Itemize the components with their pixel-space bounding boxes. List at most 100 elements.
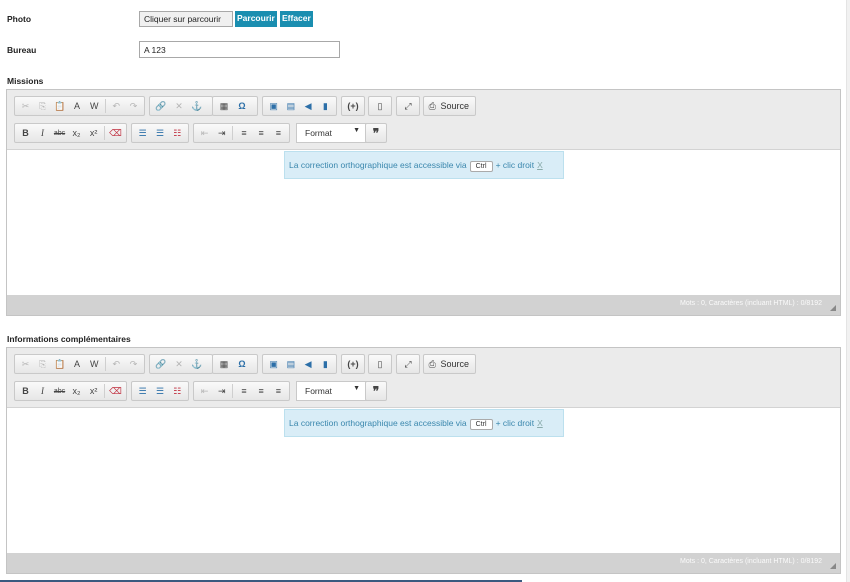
- paste-word-icon[interactable]: W: [86, 97, 103, 115]
- resize-handle-icon[interactable]: [830, 563, 836, 569]
- browse-button[interactable]: Parcourir: [235, 11, 277, 27]
- subscript-icon[interactable]: x₂: [68, 382, 85, 400]
- table-icon[interactable]: ▦: [215, 355, 233, 373]
- spell-notice-suffix: + clic droit: [495, 418, 535, 428]
- template-icon[interactable]: ▯: [371, 355, 389, 373]
- basic-styles-group: B I abc x₂ x² ⌫: [14, 123, 127, 143]
- source-button[interactable]: ⎙ Source: [423, 96, 476, 116]
- maximize-icon[interactable]: ⤢: [399, 355, 417, 373]
- undo-icon[interactable]: ↶: [108, 355, 125, 373]
- editor-content[interactable]: La correction orthographique est accessi…: [7, 150, 840, 295]
- redo-icon[interactable]: ↷: [125, 355, 142, 373]
- superscript-icon[interactable]: x²: [85, 382, 102, 400]
- italic-icon[interactable]: I: [34, 382, 51, 400]
- copy-icon[interactable]: ⎘: [34, 355, 51, 373]
- link-icon[interactable]: 🔗: [152, 355, 170, 373]
- resize-handle-icon[interactable]: [830, 305, 836, 311]
- paste-text-icon[interactable]: A: [68, 97, 85, 115]
- indent-icon[interactable]: ⇥: [213, 382, 230, 400]
- editor-toolbar: ✂ ⎘ 📋 A W ↶ ↷ 🔗 ✕ ⚓ ▦ Ω ▣ ▤ ◀ ▮ (+) ▯ ⤢ …: [7, 90, 840, 150]
- clear-button[interactable]: Effacer: [280, 11, 313, 27]
- placeholder-group: (+): [341, 354, 365, 374]
- word-count: Mots : 0, Caractères (incluant HTML) : 0…: [680, 558, 822, 565]
- remove-format-icon[interactable]: ⌫: [107, 124, 124, 142]
- anchor-icon[interactable]: ⚓: [188, 97, 206, 115]
- separator: [104, 384, 106, 398]
- template-icon[interactable]: ▯: [371, 97, 389, 115]
- editor-statusbar: Mots : 0, Caractères (incluant HTML) : 0…: [7, 295, 840, 315]
- table-icon[interactable]: ▦: [215, 97, 233, 115]
- unlink-icon[interactable]: ✕: [170, 355, 188, 373]
- link-group: 🔗 ✕ ⚓: [149, 354, 213, 374]
- bureau-input[interactable]: A 123: [139, 41, 340, 58]
- align-center-icon[interactable]: ≡: [253, 382, 270, 400]
- separator: [104, 357, 106, 371]
- bold-icon[interactable]: B: [17, 124, 34, 142]
- placeholder-icon[interactable]: (+): [344, 97, 362, 115]
- separator: [232, 126, 234, 140]
- chevron-down-icon: ▼: [353, 385, 360, 392]
- subscript-icon[interactable]: x₂: [68, 124, 85, 142]
- checklist-icon[interactable]: ☷: [169, 124, 186, 142]
- video-icon[interactable]: ▤: [282, 97, 299, 115]
- align-left-icon[interactable]: ≡: [235, 382, 252, 400]
- align-left-icon[interactable]: ≡: [235, 124, 252, 142]
- source-button[interactable]: ⎙ Source: [423, 354, 476, 374]
- bulleted-list-icon[interactable]: ☰: [151, 124, 168, 142]
- redo-icon[interactable]: ↷: [125, 97, 142, 115]
- image-icon[interactable]: ▣: [265, 97, 282, 115]
- word-count: Mots : 0, Caractères (incluant HTML) : 0…: [680, 300, 822, 307]
- format-select[interactable]: Format ▼: [296, 381, 367, 401]
- checklist-icon[interactable]: ☷: [169, 382, 186, 400]
- outdent-icon[interactable]: ⇤: [196, 124, 213, 142]
- chart-icon[interactable]: ▮: [317, 355, 334, 373]
- bold-icon[interactable]: B: [17, 382, 34, 400]
- audio-icon[interactable]: ◀: [300, 97, 317, 115]
- maximize-icon[interactable]: ⤢: [399, 97, 417, 115]
- paste-word-icon[interactable]: W: [86, 355, 103, 373]
- spell-notice-text: La correction orthographique est accessi…: [289, 160, 467, 170]
- align-right-icon[interactable]: ≡: [270, 124, 287, 142]
- outdent-icon[interactable]: ⇤: [196, 382, 213, 400]
- blockquote-icon[interactable]: ❞: [368, 124, 384, 142]
- photo-file-button[interactable]: Cliquer sur parcourir: [139, 11, 233, 27]
- special-char-icon[interactable]: Ω: [233, 355, 251, 373]
- editor-content[interactable]: La correction orthographique est accessi…: [7, 408, 840, 553]
- paste-icon[interactable]: 📋: [51, 97, 68, 115]
- special-char-icon[interactable]: Ω: [233, 97, 251, 115]
- format-select[interactable]: Format ▼: [296, 123, 367, 143]
- superscript-icon[interactable]: x²: [85, 124, 102, 142]
- strike-icon[interactable]: abc: [51, 124, 68, 142]
- unlink-icon[interactable]: ✕: [170, 97, 188, 115]
- align-center-icon[interactable]: ≡: [253, 124, 270, 142]
- paste-icon[interactable]: 📋: [51, 355, 68, 373]
- link-icon[interactable]: 🔗: [152, 97, 170, 115]
- spellcheck-notice: La correction orthographique est accessi…: [284, 409, 564, 437]
- close-icon[interactable]: X: [537, 418, 543, 428]
- close-icon[interactable]: X: [537, 160, 543, 170]
- infos-editor: ✂ ⎘ 📋 A W ↶ ↷ 🔗 ✕ ⚓ ▦ Ω ▣ ▤ ◀ ▮ (+) ▯ ⤢ …: [6, 347, 841, 574]
- italic-icon[interactable]: I: [34, 124, 51, 142]
- remove-format-icon[interactable]: ⌫: [107, 382, 124, 400]
- numbered-list-icon[interactable]: ☰: [134, 124, 151, 142]
- paste-text-icon[interactable]: A: [68, 355, 85, 373]
- blockquote-icon[interactable]: ❞: [368, 382, 384, 400]
- bureau-label: Bureau: [7, 45, 37, 55]
- image-icon[interactable]: ▣: [265, 355, 282, 373]
- copy-icon[interactable]: ⎘: [34, 97, 51, 115]
- numbered-list-icon[interactable]: ☰: [134, 382, 151, 400]
- strike-icon[interactable]: abc: [51, 382, 68, 400]
- video-icon[interactable]: ▤: [282, 355, 299, 373]
- bulleted-list-icon[interactable]: ☰: [151, 382, 168, 400]
- undo-icon[interactable]: ↶: [108, 97, 125, 115]
- anchor-icon[interactable]: ⚓: [188, 355, 206, 373]
- indent-icon[interactable]: ⇥: [213, 124, 230, 142]
- cut-icon[interactable]: ✂: [17, 355, 34, 373]
- align-right-icon[interactable]: ≡: [270, 382, 287, 400]
- placeholder-icon[interactable]: (+): [344, 355, 362, 373]
- chart-icon[interactable]: ▮: [317, 97, 334, 115]
- infos-label: Informations complémentaires: [7, 334, 131, 344]
- page-scrollbar[interactable]: [846, 0, 850, 582]
- cut-icon[interactable]: ✂: [17, 97, 34, 115]
- audio-icon[interactable]: ◀: [300, 355, 317, 373]
